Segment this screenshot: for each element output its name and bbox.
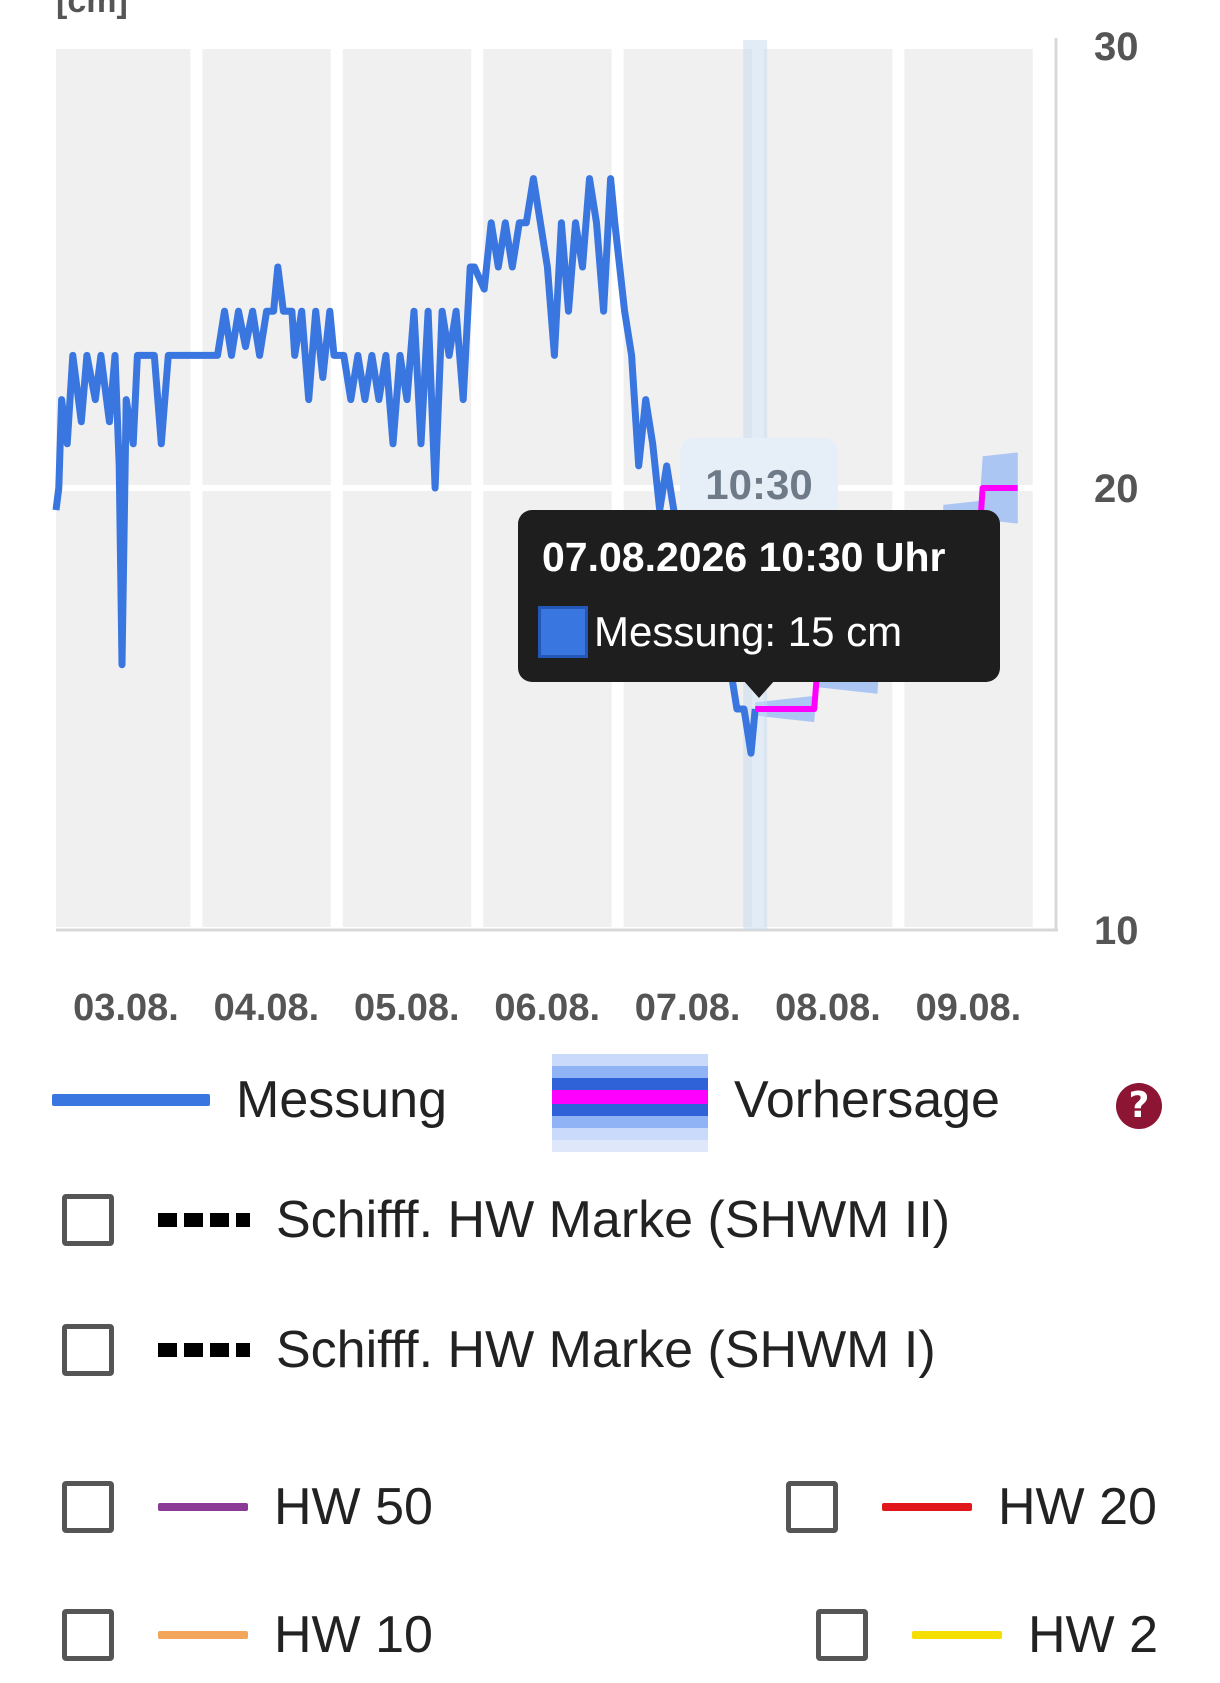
checkbox-hw50[interactable] [62,1481,114,1533]
legend-label-hw2: HW 2 [1028,1606,1158,1664]
y-axis-ticks: 30 20 10 [1094,25,1139,953]
legend-item-messung[interactable]: Messung [52,1070,447,1130]
checkbox-shwm-ii[interactable] [62,1194,114,1246]
hw2-swatch [912,1631,1002,1639]
legend-label-shwm-i: Schifff. HW Marke (SHWM I) [276,1321,936,1379]
y-tick-label: 20 [1094,467,1139,511]
legend-item-shwm-i[interactable]: Schifff. HW Marke (SHWM I) [62,1320,936,1380]
tooltip-title: 07.08.2026 10:30 Uhr [542,534,946,580]
checkbox-shwm-i[interactable] [62,1324,114,1376]
tooltip-pointer [743,680,775,698]
legend-label-hw20: HW 20 [998,1478,1157,1536]
legend-item-hw50[interactable]: HW 50 [62,1477,433,1537]
hw50-swatch [158,1503,248,1511]
checkbox-hw2[interactable] [816,1609,868,1661]
legend-label-vorhersage: Vorhersage [734,1071,1000,1129]
x-tick-label: 06.08. [494,987,600,1029]
y-axis-label: [cm] [56,0,128,20]
legend-item-hw20[interactable]: HW 20 [786,1477,1157,1537]
legend-item-hw2[interactable]: HW 2 [816,1605,1158,1665]
x-tick-label: 04.08. [214,987,320,1029]
legend-item-shwm-ii[interactable]: Schifff. HW Marke (SHWM II) [62,1190,950,1250]
hw20-swatch [882,1503,972,1511]
legend-item-hw10[interactable]: HW 10 [62,1605,433,1665]
chart-tooltip: 07.08.2026 10:30 Uhr Messung: 15 cm [518,510,1000,698]
tooltip-series-swatch [538,606,588,658]
legend-label-hw50: HW 50 [274,1478,433,1536]
tooltip-entry-text: Messung: 15 cm [594,608,903,655]
x-tick-label: 07.08. [635,987,741,1029]
legend-item-vorhersage[interactable]: Vorhersage [734,1070,1000,1130]
y-tick-label: 30 [1094,25,1139,69]
tooltip-entry: Messung: 15 cm [538,606,902,658]
legend-label-shwm-ii: Schifff. HW Marke (SHWM II) [276,1191,951,1249]
legend-label-hw10: HW 10 [274,1606,433,1664]
help-icon[interactable]: ? [1116,1083,1162,1129]
legend-label-messung: Messung [236,1071,447,1129]
x-tick-label: 05.08. [354,987,460,1029]
hw10-swatch [158,1631,248,1639]
checkbox-hw10[interactable] [62,1609,114,1661]
shwm-ii-swatch [158,1213,250,1227]
cursor-time-badge: 10:30 [680,438,838,520]
checkbox-hw20[interactable] [786,1481,838,1533]
vorhersage-swatch [552,1054,708,1152]
x-axis-ticks: 03.08. 04.08. 05.08. 06.08. 07.08. 08.08. 09.0… [73,987,1021,1029]
y-tick-label: 10 [1094,909,1139,953]
x-tick-label: 09.08. [916,987,1022,1029]
x-tick-label: 08.08. [775,987,881,1029]
messung-swatch [52,1094,210,1106]
shwm-i-swatch [158,1343,250,1357]
x-tick-label: 03.08. [73,987,179,1029]
